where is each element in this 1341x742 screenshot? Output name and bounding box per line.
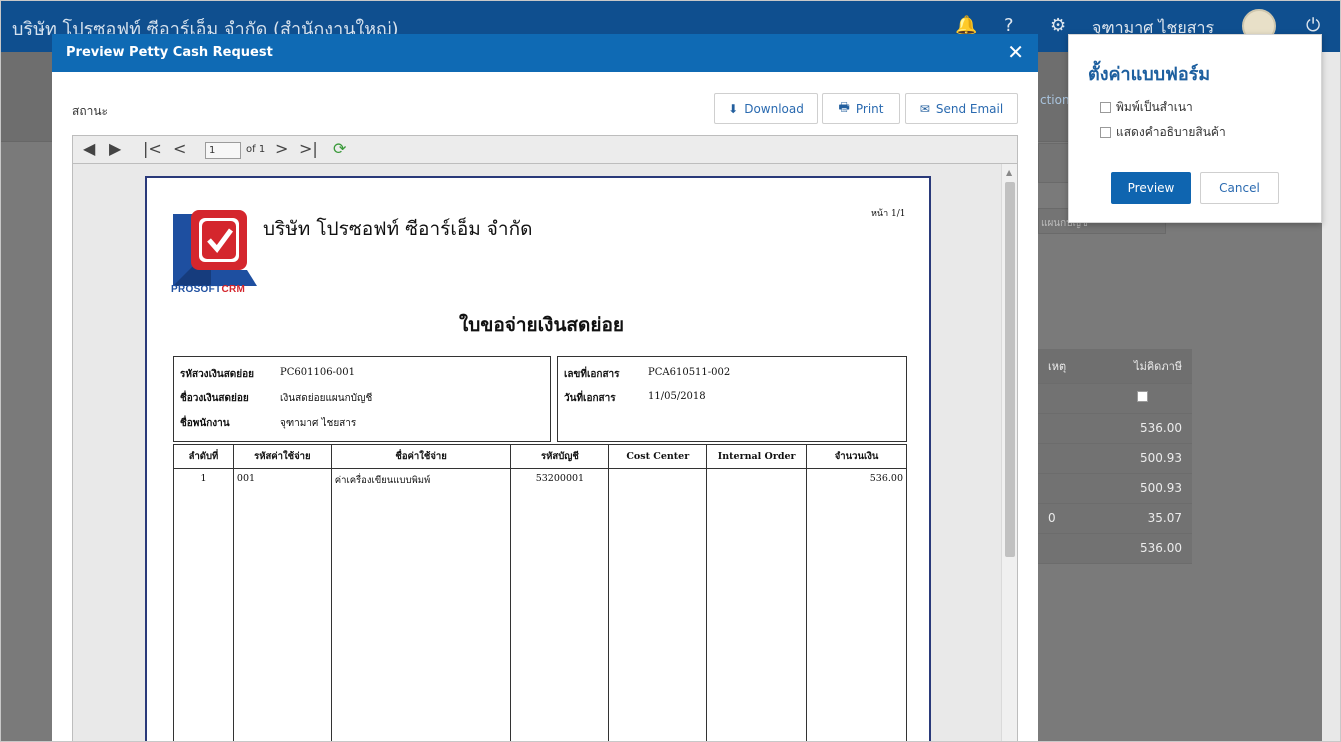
print-button[interactable]: 🖶 Print (822, 93, 900, 124)
info-row: เลขที่เอกสาร PCA610511-002 (564, 367, 730, 382)
info-label: เลขที่เอกสาร (564, 369, 620, 380)
background-value: 536.00 (1093, 413, 1192, 444)
table-header: รหัสค่าใช้จ่าย (232, 444, 332, 469)
preview-modal: Preview Petty Cash Request ✕ สถานะ ⬇ Dow… (52, 34, 1038, 742)
info-value: จุฑามาศ ไชยสาร (280, 418, 357, 429)
info-label: ชื่อพนักงาน (180, 418, 230, 429)
bell-icon[interactable]: 🔔 (955, 15, 977, 36)
info-row: ชื่อวงเงินสดย่อย เงินสดย่อยแผนกบัญชี (180, 391, 372, 406)
table-header: ชื่อค่าใช้จ่าย (330, 444, 512, 469)
report-viewer: PROSOFTCRM บริษัท โปรซอฟท์ ซีอาร์เอ็ม จำ… (72, 164, 1018, 742)
preview-button[interactable]: Preview (1111, 172, 1191, 204)
info-value: 11/05/2018 (648, 391, 706, 402)
show-description-label: แสดงคำอธิบายสินค้า (1116, 125, 1226, 139)
background-value: 500.93 (1093, 443, 1192, 474)
close-icon[interactable]: ✕ (1007, 40, 1024, 64)
table-cell (706, 468, 808, 742)
background-value: 35.07 (1093, 503, 1192, 534)
download-icon: ⬇ (728, 101, 739, 116)
back-icon[interactable]: ◀ (83, 140, 95, 158)
background-checkbox (1137, 391, 1149, 402)
table-cell: 536.00 (806, 468, 907, 742)
download-label: Download (744, 101, 804, 116)
table-header: Cost Center (608, 444, 708, 469)
table-cell: 1 (173, 468, 234, 742)
refresh-icon[interactable]: ⟳ (333, 140, 346, 158)
background-value: 500.93 (1093, 473, 1192, 504)
background-toolbar-left (0, 52, 52, 142)
power-icon[interactable]: ⏻ (1306, 15, 1320, 36)
page-count-label: of 1 (246, 144, 266, 155)
printer-icon: 🖶 (838, 100, 850, 114)
next-page-icon[interactable]: > (275, 140, 288, 158)
document-company-name: บริษัท โปรซอฟท์ ซีอาร์เอ็ม จำกัด (263, 218, 533, 240)
show-description-checkbox[interactable] (1100, 127, 1111, 138)
table-header: จำนวนเงิน (806, 444, 907, 469)
info-label: รหัสวงเงินสดย่อย (180, 369, 255, 380)
background-action-link: ction (1040, 93, 1070, 107)
logo-text: PROSOFTCRM (171, 284, 245, 295)
send-email-label: Send Email (935, 101, 1004, 116)
modal-header: Preview Petty Cash Request ✕ (52, 34, 1038, 72)
viewer-scrollbar[interactable]: ▲ (1001, 164, 1017, 742)
logo-text-crm: CRM (221, 284, 246, 295)
print-copy-option[interactable]: พิมพ์เป็นสำเนา (1100, 98, 1193, 117)
info-value: PCA610511-002 (648, 367, 731, 378)
logo-text-prosoft: PROSOFT (171, 284, 222, 295)
scroll-up-icon[interactable]: ▲ (1006, 168, 1012, 177)
table-cell: 001 (232, 468, 332, 742)
info-value: เงินสดย่อยแผนกบัญชี (280, 393, 373, 404)
background-table: เหตุ ไม่คิดภาษี 536.00 500.93 500.93 0 35… (1038, 349, 1192, 564)
forward-icon[interactable]: ▶ (109, 140, 121, 158)
status-label: สถานะ (72, 104, 108, 118)
print-copy-label: พิมพ์เป็นสำเนา (1116, 100, 1193, 114)
form-settings-title: ตั้งค่าแบบฟอร์ม (1088, 64, 1211, 85)
table-header: Internal Order (706, 444, 808, 469)
page-scrollbar[interactable] (1322, 52, 1340, 742)
cancel-button[interactable]: Cancel (1200, 172, 1279, 204)
background-value: 536.00 (1093, 533, 1192, 564)
info-box-left: รหัสวงเงินสดย่อย PC601106-001 ชื่อวงเงิน… (173, 356, 551, 442)
items-table: ลำดับที่ รหัสค่าใช้จ่าย ชื่อค่าใช้จ่าย ร… (173, 444, 907, 742)
table-cell: 53200001 (510, 468, 610, 742)
form-settings-popover: ตั้งค่าแบบฟอร์ม พิมพ์เป็นสำเนา แสดงคำอธิ… (1068, 34, 1322, 223)
scroll-thumb[interactable] (1005, 182, 1015, 557)
show-description-option[interactable]: แสดงคำอธิบายสินค้า (1100, 123, 1226, 142)
background-header: ไม่คิดภาษี (1093, 349, 1192, 384)
page-number-input[interactable]: 1 (205, 142, 241, 159)
info-box-right: เลขที่เอกสาร PCA610511-002 วันที่เอกสาร … (557, 356, 907, 442)
table-cell (608, 468, 708, 742)
info-value: PC601106-001 (280, 367, 356, 378)
page-indicator: หน้า 1/1 (871, 209, 906, 219)
print-copy-checkbox[interactable] (1100, 102, 1111, 113)
first-page-icon[interactable]: |< (143, 140, 162, 158)
print-label: Print (855, 101, 884, 116)
info-label: วันที่เอกสาร (564, 393, 616, 404)
info-row: วันที่เอกสาร 11/05/2018 (564, 391, 706, 406)
table-cell: ค่าเครื่องเขียนแบบพิมพ์ (330, 468, 512, 742)
background-value: 0 (1038, 503, 1094, 534)
info-row: รหัสวงเงินสดย่อย PC601106-001 (180, 367, 355, 382)
table-header: ลำดับที่ (173, 444, 234, 469)
gear-icon[interactable]: ⚙ (1050, 15, 1066, 36)
table-header: รหัสบัญชี (510, 444, 610, 469)
info-row: ชื่อพนักงาน จุฑามาศ ไชยสาร (180, 416, 356, 431)
table-row: 1 001 ค่าเครื่องเขียนแบบพิมพ์ 53200001 5… (173, 468, 907, 742)
report-viewer-toolbar: ◀ ▶ |< < 1 of 1 > >| ⟳ (72, 135, 1018, 164)
document-title: ใบขอจ่ายเงินสดย่อย (459, 314, 625, 336)
document-page: PROSOFTCRM บริษัท โปรซอฟท์ ซีอาร์เอ็ม จำ… (145, 176, 931, 742)
info-label: ชื่อวงเงินสดย่อย (180, 393, 249, 404)
background-header: เหตุ (1038, 349, 1094, 384)
modal-title: Preview Petty Cash Request (66, 45, 273, 60)
previous-page-icon[interactable]: < (173, 140, 186, 158)
envelope-icon: ✉ (919, 101, 930, 116)
last-page-icon[interactable]: >| (299, 140, 318, 158)
help-icon[interactable]: ? (1004, 15, 1014, 36)
send-email-button[interactable]: ✉ Send Email (905, 93, 1018, 124)
download-button[interactable]: ⬇ Download (714, 93, 818, 124)
